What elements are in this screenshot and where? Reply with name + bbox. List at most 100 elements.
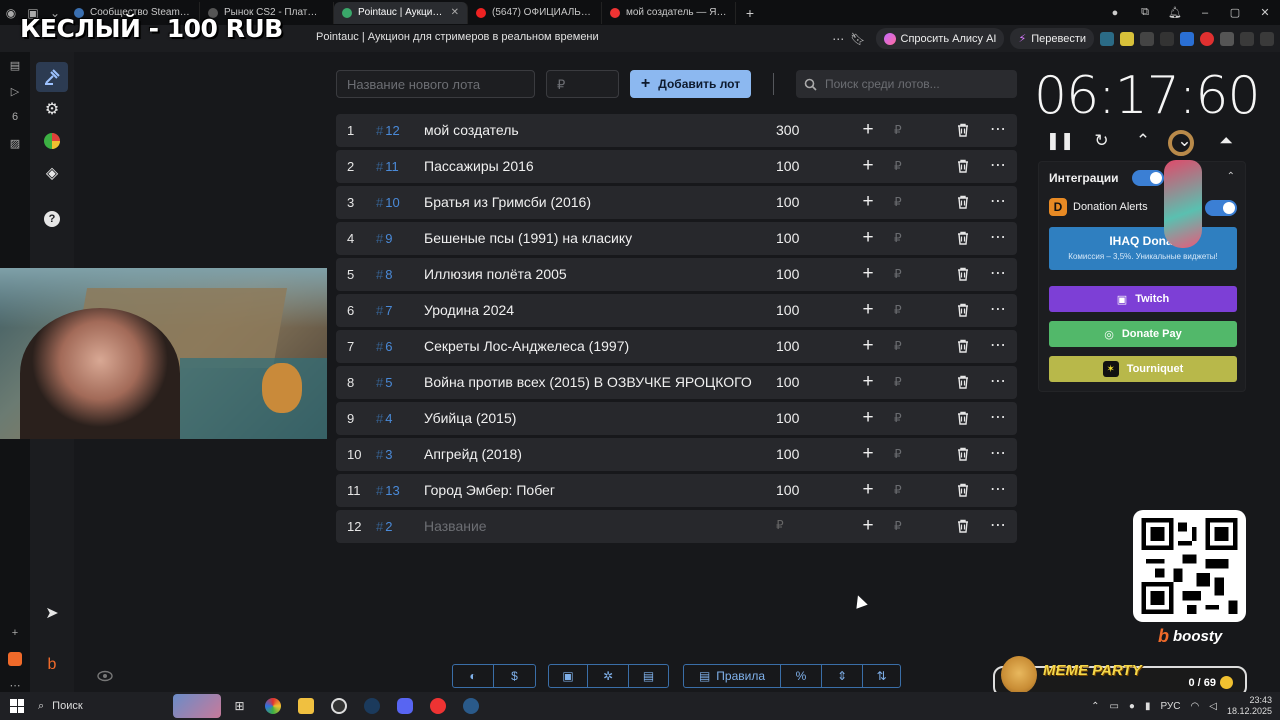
settings-gear-icon[interactable]: ⚙ [36, 94, 68, 124]
visibility-eye-icon[interactable] [97, 670, 113, 682]
lot-name[interactable]: Убийца (2015) [424, 410, 516, 426]
add-amount-icon[interactable]: + [860, 227, 876, 249]
taskbar-steam-2-icon[interactable] [454, 692, 487, 720]
more-dots-icon[interactable]: ⋯ [832, 32, 844, 46]
add-amount-currency[interactable]: ₽ [894, 519, 902, 533]
add-amount-icon[interactable]: + [860, 299, 876, 321]
lot-name[interactable]: Город Эмбер: Побег [424, 482, 555, 498]
lot-amount[interactable]: 100 [776, 230, 799, 246]
rules-button[interactable]: ▤ Правила [684, 665, 781, 687]
sidebar-doc-icon[interactable]: ▤ [0, 52, 30, 78]
delete-lot-icon[interactable] [956, 267, 970, 281]
max-time-icon[interactable]: ⏶ [1214, 128, 1238, 154]
profile-menu-icon[interactable] [1260, 31, 1274, 46]
delete-lot-icon[interactable] [956, 339, 970, 353]
add-amount-icon[interactable]: + [860, 407, 876, 429]
tray-wifi-icon[interactable]: ◠ [1191, 701, 1200, 712]
taskbar-discord-icon[interactable] [388, 692, 421, 720]
tray-chevron-icon[interactable]: ⌃ [1091, 701, 1099, 712]
extension-twitch-icon[interactable] [1140, 31, 1154, 46]
add-amount-icon[interactable]: + [860, 263, 876, 285]
layers-icon[interactable]: ◈ [36, 158, 68, 188]
lot-name[interactable]: Братья из Гримсби (2016) [424, 194, 591, 210]
lot-amount[interactable]: 100 [776, 158, 799, 174]
delete-lot-icon[interactable] [956, 483, 970, 497]
save-button[interactable]: ▣ [549, 665, 588, 687]
lot-more-menu-icon[interactable]: ⋯ [990, 407, 1006, 427]
add-amount-currency[interactable]: ₽ [894, 375, 902, 389]
lot-amount[interactable]: 100 [776, 266, 799, 282]
boosty-nav-icon[interactable]: b [36, 650, 68, 680]
delete-lot-icon[interactable] [956, 303, 970, 317]
extension-bookmark-icon[interactable] [1120, 31, 1134, 46]
telegram-icon[interactable]: ➤ [36, 598, 68, 628]
lot-search[interactable] [796, 70, 1017, 98]
lot-name[interactable]: Уродина 2024 [424, 302, 514, 318]
delete-lot-icon[interactable] [956, 375, 970, 389]
add-amount-icon[interactable]: + [860, 479, 876, 501]
lot-more-menu-icon[interactable]: ⋯ [990, 335, 1006, 355]
bookmark-icon[interactable]: 🔖︎ [850, 32, 865, 46]
lot-name[interactable]: Секреты Лос-Анджелеса (1997) [424, 338, 629, 354]
new-tab-button[interactable]: + [740, 3, 760, 23]
collapse-chevron-icon[interactable]: ⌃ [1227, 171, 1235, 182]
add-amount-icon[interactable]: + [860, 443, 876, 465]
lot-name[interactable]: мой создатель [424, 122, 519, 138]
reset-icon[interactable]: ↻ [1090, 128, 1114, 154]
tray-language[interactable]: РУС [1160, 701, 1180, 712]
lot-name[interactable]: Война против всех (2015) В ОЗВУЧКЕ ЯРОЦК… [424, 374, 752, 390]
lot-search-input[interactable] [825, 77, 1005, 91]
lot-name[interactable]: Бешеные псы (1991) на класику [424, 230, 632, 246]
delete-lot-icon[interactable] [956, 195, 970, 209]
github-button[interactable]: ◐ [453, 665, 494, 687]
wheel-chart-icon[interactable] [36, 126, 68, 156]
tray-battery-icon[interactable]: ▮ [1145, 701, 1151, 712]
lot-name[interactable]: Апгрейд (2018) [424, 446, 522, 462]
lot-more-menu-icon[interactable]: ⋯ [990, 119, 1006, 139]
tray-clock[interactable]: 23:43 18.12.2025 [1227, 695, 1272, 717]
tab-yandex-search[interactable]: мой создатель — Яндекс [602, 1, 736, 24]
delete-lot-icon[interactable] [956, 447, 970, 461]
lot-amount[interactable]: 100 [776, 194, 799, 210]
add-amount-icon[interactable]: + [860, 515, 876, 537]
auction-hammer-icon[interactable] [36, 62, 68, 92]
lot-amount[interactable]: 100 [776, 410, 799, 426]
add-amount-currency[interactable]: ₽ [894, 303, 902, 317]
delete-lot-icon[interactable] [956, 519, 970, 533]
add-amount-currency[interactable]: ₽ [894, 447, 902, 461]
lot-amount[interactable]: 300 [776, 122, 799, 138]
add-amount-currency[interactable]: ₽ [894, 231, 902, 245]
lot-more-menu-icon[interactable]: ⋯ [990, 191, 1006, 211]
increase-time-icon[interactable]: ⌃ [1131, 128, 1155, 154]
file-explorer-icon[interactable] [289, 692, 322, 720]
taskbar-app-colorful-icon[interactable] [256, 692, 289, 720]
tray-volume-icon[interactable]: ◁ [1209, 701, 1217, 712]
add-amount-currency[interactable]: ₽ [894, 483, 902, 497]
tourniquet-button[interactable]: ✶ Tourniquet [1049, 356, 1237, 382]
add-amount-icon[interactable]: + [860, 335, 876, 357]
lot-more-menu-icon[interactable]: ⋯ [990, 515, 1006, 535]
tab-pointauc[interactable]: Pointauc | Аукцион для с ✕ [334, 1, 468, 24]
pin-icon[interactable]: ⧉ [1130, 6, 1160, 19]
windows-start-icon[interactable] [10, 699, 24, 713]
delete-lot-icon[interactable] [956, 123, 970, 137]
add-amount-icon[interactable]: + [860, 155, 876, 177]
lot-amount[interactable]: 100 [776, 302, 799, 318]
profile-icon[interactable]: ● [1100, 7, 1130, 19]
task-view-icon[interactable]: ⊞ [223, 692, 256, 720]
lot-amount[interactable]: 100 [776, 482, 799, 498]
tab-youtube[interactable]: (5647) ОФИЦИАЛЬНО! Н [468, 1, 602, 24]
close-window-icon[interactable]: ✕ [1250, 6, 1280, 19]
add-amount-icon[interactable]: + [860, 371, 876, 393]
clear-all-button[interactable]: ▤ [629, 665, 668, 687]
lot-name[interactable]: Пассажиры 2016 [424, 158, 534, 174]
notifications-icon[interactable]: 🔔︎ [1160, 6, 1190, 19]
delete-lot-icon[interactable] [956, 159, 970, 173]
donatepay-button[interactable]: ◎ Donate Pay [1049, 321, 1237, 347]
lot-name[interactable]: Иллюзия полёта 2005 [424, 266, 567, 282]
sidebar-add-icon[interactable]: + [0, 620, 30, 646]
lot-more-menu-icon[interactable]: ⋯ [990, 371, 1006, 391]
pause-icon[interactable]: ❚❚ [1046, 128, 1075, 154]
sort-button[interactable]: ⇅ [863, 665, 900, 687]
delete-lot-icon[interactable] [956, 231, 970, 245]
